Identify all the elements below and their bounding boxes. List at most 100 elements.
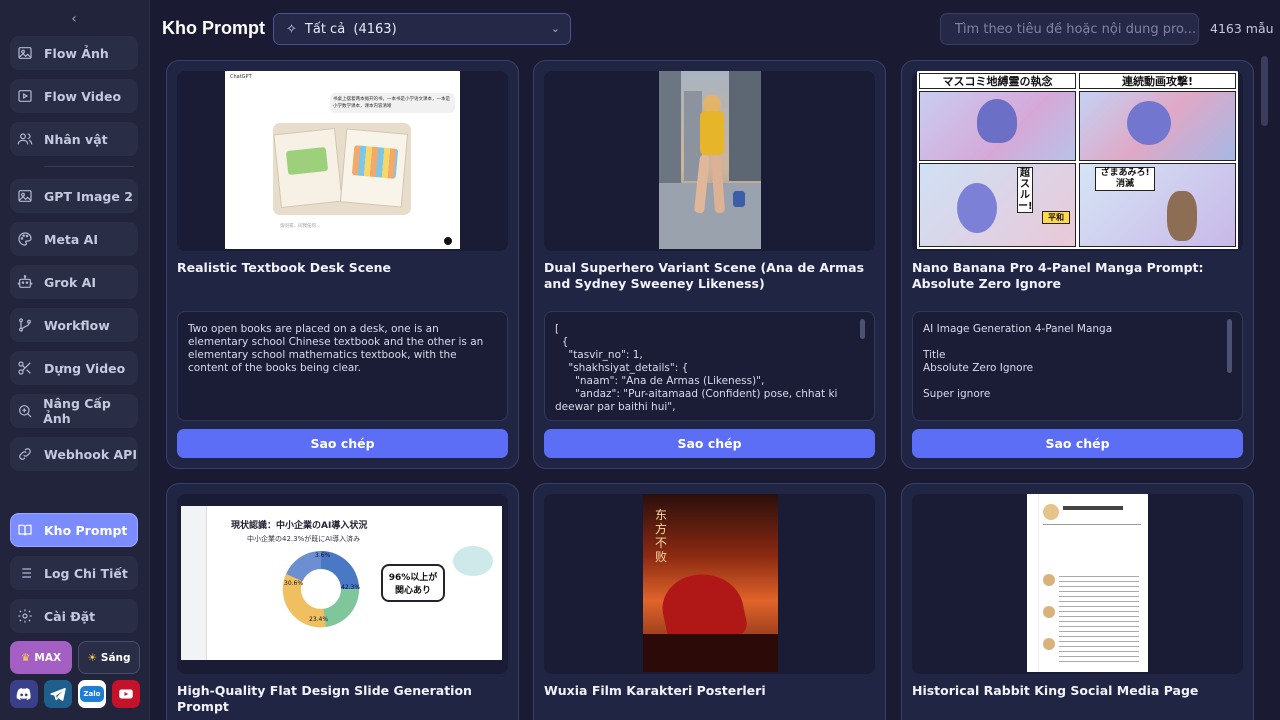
- chat-screenshot-image: ChatGPT 书桌上摆着两本摊开的书，一本书是小学语文课本，一本是小学数学课本…: [225, 71, 460, 249]
- sidebar-item-flow-anh[interactable]: Flow Ảnh: [10, 36, 138, 70]
- pie-label-23: 23.4%: [309, 616, 329, 623]
- sidebar-item-label: Meta AI: [44, 231, 99, 247]
- sidebar-item-label: Kho Prompt: [44, 522, 128, 538]
- wuxia-poster-image: 东方不败: [643, 494, 778, 672]
- prompt-card: Dual Superhero Variant Scene (Ana de Arm…: [533, 60, 886, 469]
- youtube-button[interactable]: [112, 680, 140, 708]
- poster-title: 东方不败: [655, 508, 668, 564]
- scissors-icon: [16, 359, 34, 377]
- sidebar-divider: [44, 166, 134, 167]
- discord-icon: [16, 688, 31, 700]
- card-prompt-text[interactable]: Two open books are placed on a desk, one…: [177, 311, 508, 421]
- sidebar-item-nhan-vat[interactable]: Nhân vật: [10, 122, 138, 156]
- pie-label-3: 3.6%: [315, 552, 331, 559]
- chat-bubble-text: 书桌上摆着两本摊开的书，一本书是小学语文课本，一本是小学数学课本，课本内容清晰: [330, 93, 455, 113]
- sidebar-item-label: GPT Image 2: [44, 188, 133, 204]
- category-filter-select[interactable]: ✧ Tất cả (4163) ⌄: [273, 13, 571, 45]
- max-plan-button[interactable]: ♛ MAX: [10, 641, 72, 674]
- sidebar-item-dung-video[interactable]: Dựng Video: [10, 351, 138, 385]
- discord-button[interactable]: [10, 680, 38, 708]
- sidebar-item-label: Flow Video: [44, 88, 122, 104]
- manga-panel-3-caption: 超スルー!: [1017, 167, 1033, 213]
- pie-label-30: 30.6%: [284, 580, 304, 587]
- sidebar-item-label: Workflow: [44, 317, 110, 333]
- sidebar-item-label: Flow Ảnh: [44, 45, 109, 61]
- card-title: Nano Banana Pro 4-Panel Manga Prompt: Ab…: [912, 260, 1204, 291]
- prompt-scrollbar[interactable]: [1227, 319, 1232, 373]
- card-thumbnail[interactable]: [544, 71, 875, 251]
- sidebar-item-label: Nâng Cấp Ảnh: [43, 396, 111, 426]
- copy-button[interactable]: Sao chép: [912, 429, 1243, 458]
- crown-icon: ♛: [20, 651, 31, 664]
- copy-button[interactable]: Sao chép: [544, 429, 875, 458]
- prompt-card: 东方不败 Wuxia Film Karakteri Posterleri: [533, 483, 886, 720]
- zalo-button[interactable]: Zalo: [78, 680, 106, 708]
- copy-button[interactable]: Sao chép: [177, 429, 508, 458]
- filter-value: Tất cả (4163): [304, 21, 397, 37]
- social-page-image: [1027, 494, 1148, 672]
- sidebar-item-label: Webhook API: [44, 446, 137, 462]
- sidebar-item-meta-ai[interactable]: Meta AI: [10, 222, 138, 256]
- prompt-card: ChatGPT 书桌上摆着两本摊开的书，一本书是小学语文课本，一本是小学数学课本…: [166, 60, 519, 469]
- manga-panel-4-caption: ざまあみろ!消滅: [1095, 167, 1155, 191]
- sidebar-item-cai-dat[interactable]: Cài Đặt: [10, 599, 138, 633]
- sidebar-item-label: Log Chi Tiết: [44, 565, 128, 581]
- slide-heading: 現状認識：中小企業のAI導入状況: [231, 521, 368, 531]
- light-label: Sáng: [100, 651, 131, 664]
- chevron-down-icon: ⌄: [550, 22, 560, 35]
- sidebar-item-gpt-image-2[interactable]: GPT Image 2: [10, 179, 138, 213]
- sidebar-item-webhook-api[interactable]: Webhook API: [10, 437, 138, 471]
- slide-subheading: 中小企業の42.3%が既にAI導入済み: [247, 535, 361, 543]
- card-thumbnail[interactable]: 現状認識：中小企業のAI導入状況 中小企業の42.3%が既にAI導入済み 42.…: [177, 494, 508, 674]
- chat-input-hint: 询问或…问我任何…: [280, 224, 321, 229]
- video-icon: [16, 87, 34, 105]
- sidebar-item-workflow[interactable]: Workflow: [10, 308, 138, 342]
- light-mode-button[interactable]: ☀ Sáng: [78, 641, 140, 674]
- manga-panel-2-caption: 連続動画攻撃!: [1079, 73, 1236, 89]
- collapse-sidebar-button[interactable]: ‹: [64, 9, 84, 29]
- chat-app-label: ChatGPT: [230, 74, 252, 80]
- sidebar-item-grok-ai[interactable]: Grok AI: [10, 265, 138, 299]
- card-prompt-text[interactable]: [ { "tasvir_no": 1, "shakhsiyat_details"…: [544, 311, 875, 421]
- search-input[interactable]: [940, 13, 1199, 45]
- sidebar-item-kho-prompt[interactable]: Kho Prompt: [10, 513, 138, 547]
- link-icon: [16, 445, 34, 463]
- gear-icon: [16, 607, 34, 625]
- card-title: High-Quality Flat Design Slide Generatio…: [177, 683, 472, 714]
- zalo-icon: Zalo: [80, 686, 104, 702]
- card-thumbnail[interactable]: [912, 494, 1243, 674]
- bot-icon: [16, 273, 34, 291]
- card-thumbnail[interactable]: 东方不败: [544, 494, 875, 674]
- telegram-button[interactable]: [44, 680, 72, 708]
- sparkles-icon: ✧: [286, 21, 297, 37]
- sidebar-item-label: Nhân vật: [44, 131, 108, 147]
- zoom-in-icon: [16, 402, 33, 420]
- max-label: MAX: [34, 651, 62, 664]
- list-icon: [16, 564, 34, 582]
- card-thumbnail[interactable]: ChatGPT 书桌上摆着两本摊开的书，一本书是小学语文课本，一本是小学数学课本…: [177, 71, 508, 251]
- slide-image: 現状認識：中小企業のAI導入状況 中小企業の42.3%が既にAI導入済み 42.…: [181, 506, 502, 660]
- sidebar-item-flow-video[interactable]: Flow Video: [10, 79, 138, 113]
- manga-image: マスコミ地縛霊の執念 連続動画攻撃! 超スルー! ざまあみろ!消滅 平和: [917, 71, 1238, 249]
- sun-icon: ☀: [87, 651, 97, 664]
- sidebar: ‹ Flow Ảnh Flow Video Nhân vật GPT Image…: [0, 0, 150, 720]
- users-icon: [16, 130, 34, 148]
- pie-label-42: 42.3%: [341, 584, 361, 591]
- page-scrollbar[interactable]: [1261, 56, 1268, 126]
- sidebar-item-nang-cap-anh[interactable]: Nâng Cấp Ảnh: [10, 394, 138, 428]
- git-branch-icon: [16, 316, 34, 334]
- telegram-icon: [50, 687, 66, 702]
- card-title: Historical Rabbit King Social Media Page: [912, 683, 1199, 698]
- card-prompt-text[interactable]: AI Image Generation 4-Panel Manga Title …: [912, 311, 1243, 421]
- prompt-scrollbar[interactable]: [860, 319, 865, 339]
- card-thumbnail[interactable]: マスコミ地縛霊の執念 連続動画攻撃! 超スルー! ざまあみろ!消滅 平和: [912, 71, 1243, 251]
- generated-image: [273, 123, 411, 215]
- sidebar-item-label: Cài Đặt: [44, 608, 96, 624]
- sidebar-item-log-chi-tiet[interactable]: Log Chi Tiết: [10, 556, 138, 590]
- prompt-card: マスコミ地縛霊の執念 連続動画攻撃! 超スルー! ざまあみろ!消滅 平和 Nan…: [901, 60, 1254, 469]
- manga-panel-1-caption: マスコミ地縛霊の執念: [919, 73, 1076, 89]
- page-title: Kho Prompt: [162, 18, 265, 38]
- slide-callout: 96%以上が関心あり: [381, 564, 445, 602]
- youtube-icon: [119, 689, 133, 699]
- card-title: Wuxia Film Karakteri Posterleri: [544, 683, 766, 698]
